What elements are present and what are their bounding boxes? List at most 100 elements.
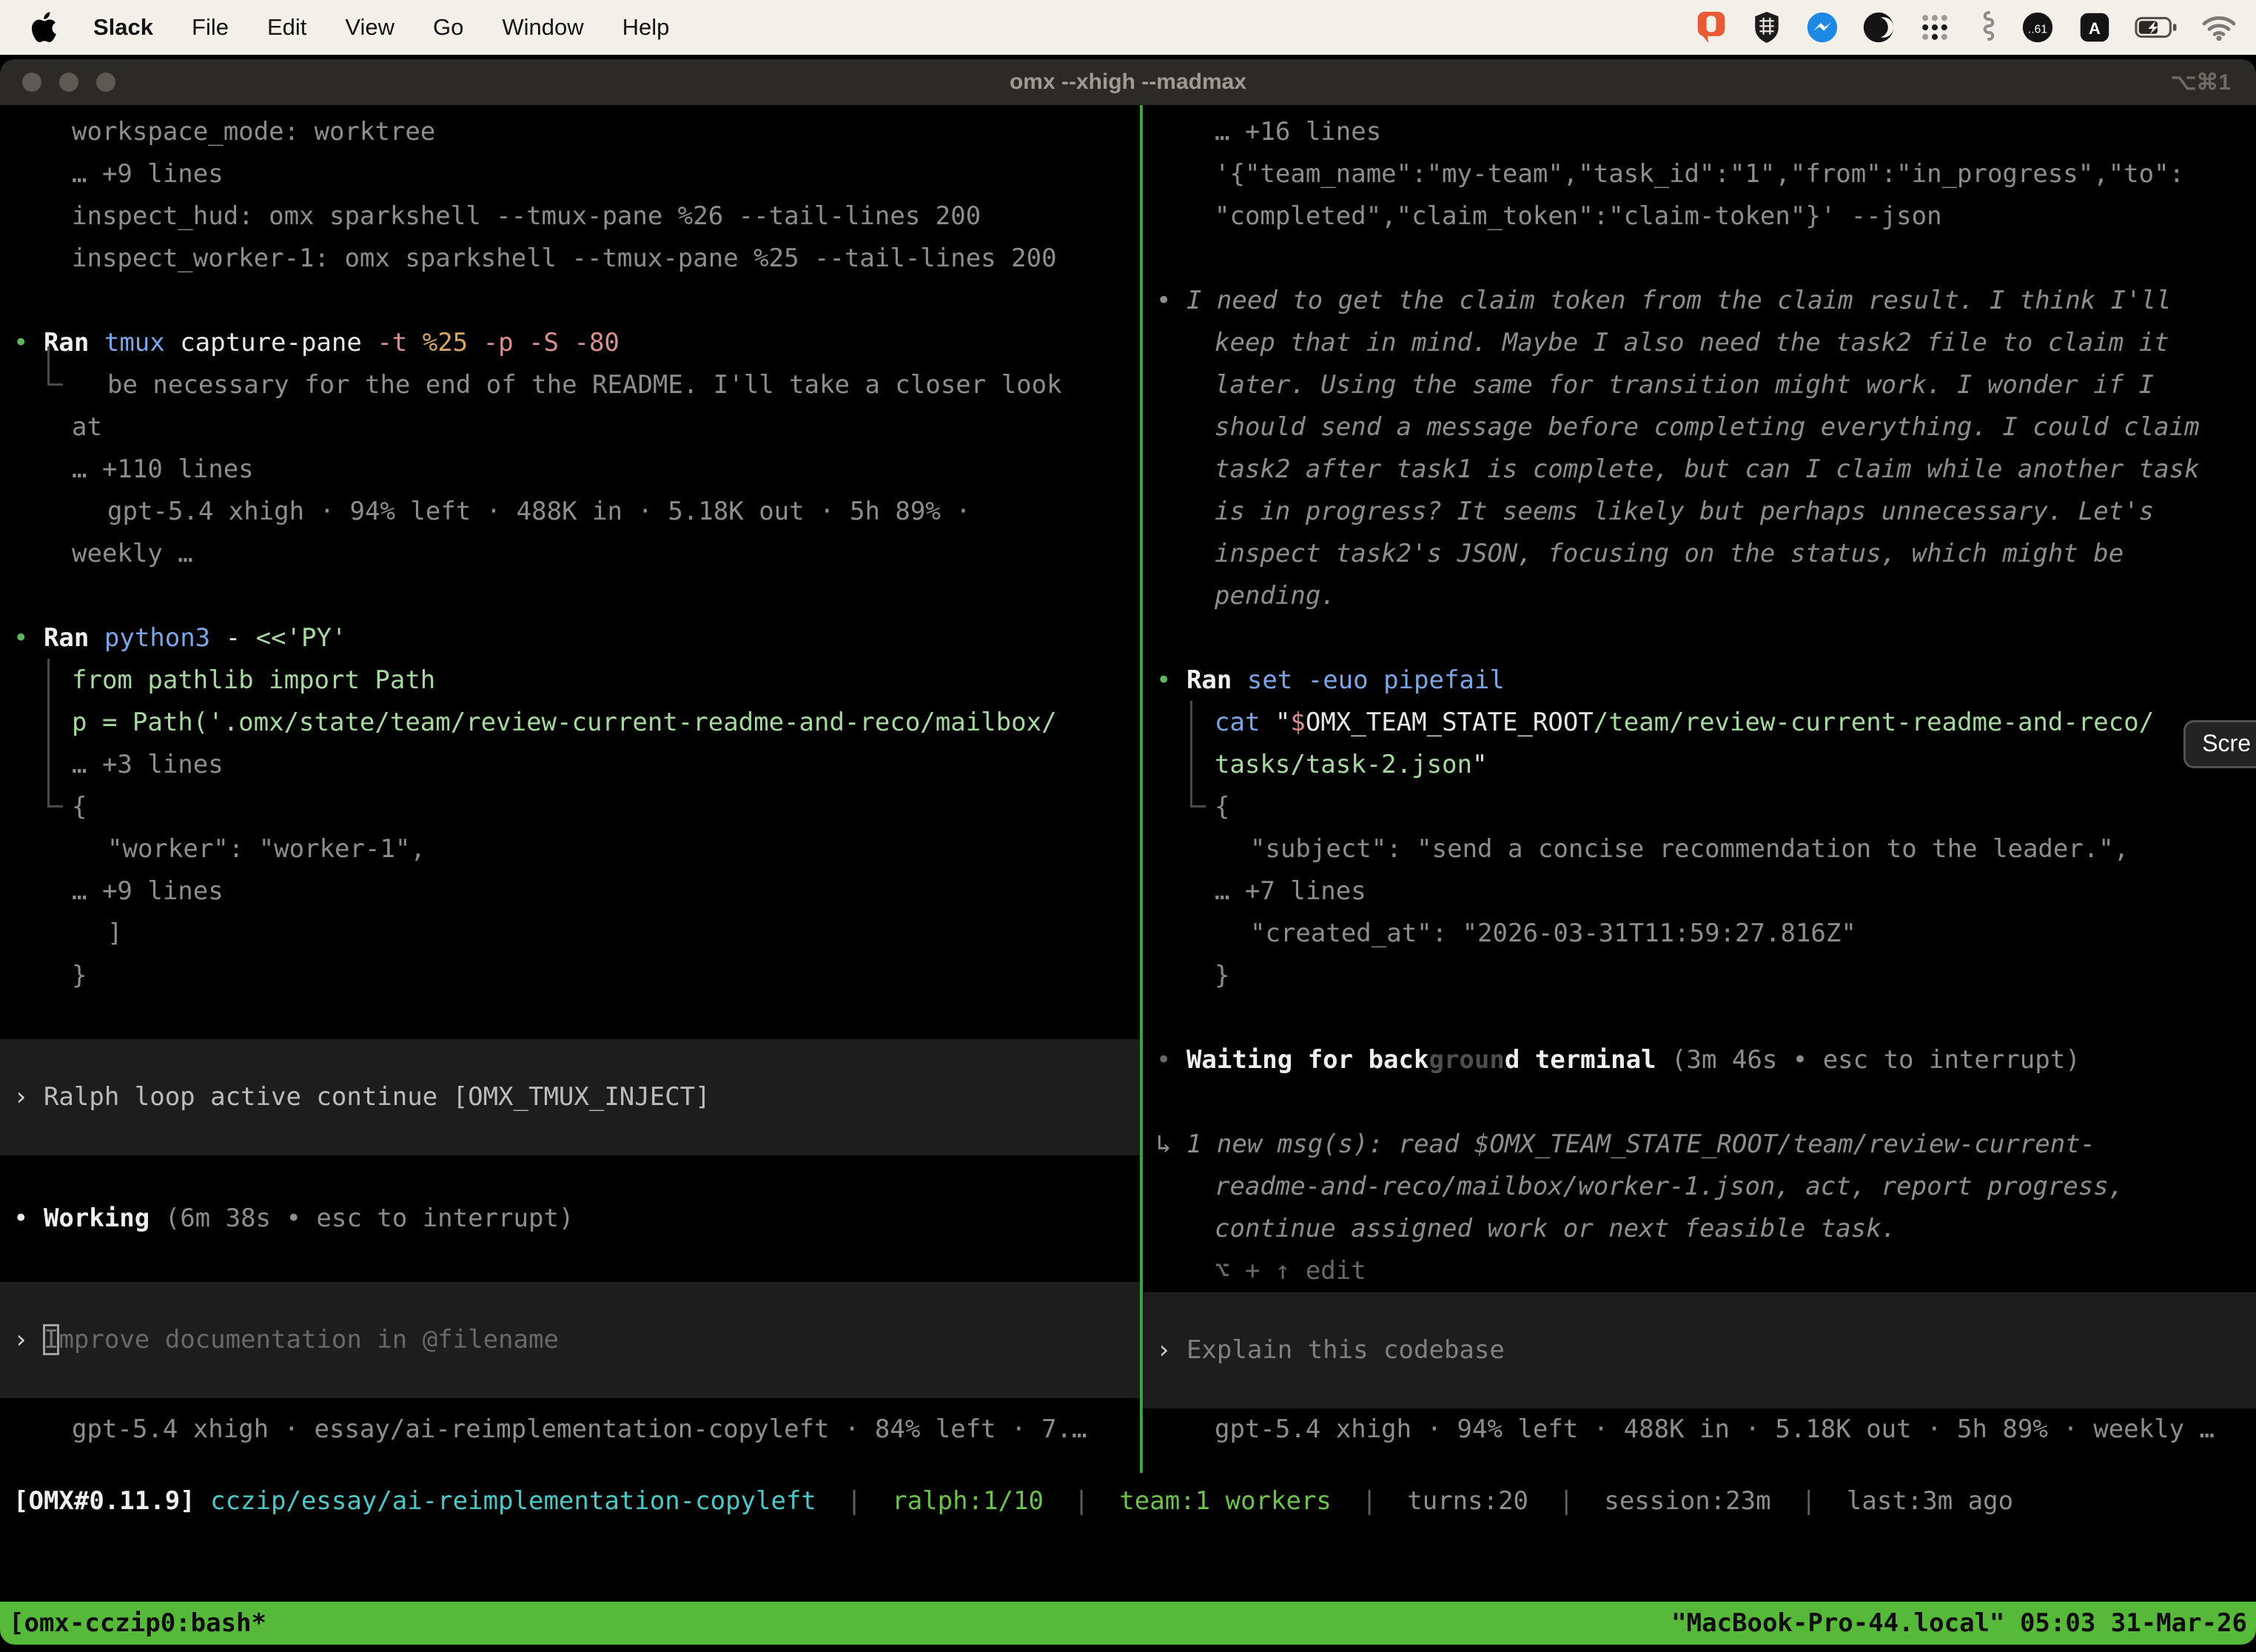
window-shortcut: ⌥⌘1 xyxy=(2171,70,2231,95)
apple-menu-icon[interactable] xyxy=(31,12,58,43)
input-source-icon[interactable]: A xyxy=(2078,11,2111,44)
zoom-button[interactable] xyxy=(96,73,115,92)
screen-notification-overlay[interactable]: Scre xyxy=(2183,720,2256,768)
terminal-line: gpt-5.4 xhigh · 94% left · 488K in · 5.1… xyxy=(1143,1408,2256,1451)
terminal-line: gpt-5.4 xhigh · 94% left · 488K in · 5.1… xyxy=(0,491,1140,533)
crescent-icon[interactable] xyxy=(1862,11,1895,44)
terminal-line: inspect_worker-1: omx sparkshell --tmux-… xyxy=(0,238,1140,280)
terminal-line: { xyxy=(1143,786,2256,828)
right-scrollback: … +16 lines'{"team_name":"my-team","task… xyxy=(1143,111,2256,1292)
terminal-line xyxy=(1143,617,2256,659)
terminal-line: ↳ 1 new msg(s): read $OMX_TEAM_STATE_ROO… xyxy=(1143,1124,2256,1166)
terminal-line: keep that in mind. Maybe I also need the… xyxy=(1143,322,2256,364)
minimize-button[interactable] xyxy=(59,73,78,92)
terminal-line: "worker": "worker-1", xyxy=(0,828,1140,870)
terminal-line xyxy=(0,575,1140,617)
wifi-icon[interactable] xyxy=(2201,14,2237,41)
terminal-line: at xyxy=(0,406,1140,449)
menu-item-window[interactable]: Window xyxy=(502,14,583,41)
battery-icon[interactable] xyxy=(2135,16,2178,39)
dots-grid-icon[interactable] xyxy=(1918,11,1951,44)
terminal-line: inspect_hud: omx sparkshell --tmux-pane … xyxy=(0,195,1140,238)
menu-bar-status-icons: ..61 A xyxy=(1695,10,2237,45)
terminal-line: } xyxy=(0,955,1140,997)
terminal-line xyxy=(0,997,1140,1039)
terminal-line: } xyxy=(1143,955,2256,997)
tmux-status-bar: [omx-cczip0:bash* "MacBook-Pro-44.local"… xyxy=(0,1602,2256,1645)
terminal-line: • I need to get the claim token from the… xyxy=(1143,280,2256,322)
right-prompt-suggestion-box[interactable]: › Explain this codebase xyxy=(1143,1292,2256,1408)
svg-text:..61: ..61 xyxy=(2028,23,2047,36)
terminal-line: from pathlib import Path xyxy=(0,659,1140,702)
left-prompt-input-box[interactable]: › Improve documentation in @filename xyxy=(0,1282,1140,1398)
terminal-line: task2 after task1 is complete, but can I… xyxy=(1143,449,2256,491)
terminal-line: gpt-5.4 xhigh · essay/ai-reimplementatio… xyxy=(0,1408,1140,1451)
terminal-line: workspace_mode: worktree xyxy=(0,111,1140,153)
terminal-line: ] xyxy=(0,913,1140,955)
menu-item-slack[interactable]: Slack xyxy=(93,14,153,41)
terminal-line: is in progress? It seems likely but perh… xyxy=(1143,491,2256,533)
terminal-line: readme-and-reco/mailbox/worker-1.json, a… xyxy=(1143,1166,2256,1208)
terminal-line: • Ran python3 - <<'PY' xyxy=(0,617,1140,659)
terminal-line: should send a message before completing … xyxy=(1143,406,2256,449)
terminal-line: ⌥ + ↑ edit xyxy=(1143,1250,2256,1292)
terminal-line: inspect task2's JSON, focusing on the st… xyxy=(1143,533,2256,575)
window-title: omx --xhigh --madmax xyxy=(1010,70,1246,95)
tmux-host-clock: "MacBook-Pro-44.local" 05:03 31-Mar-26 xyxy=(1671,1608,2247,1638)
terminal-line: weekly … xyxy=(0,533,1140,575)
right-terminal-pane[interactable]: … +16 lines'{"team_name":"my-team","task… xyxy=(1143,105,2256,1473)
terminal-line: • Working (6m 38s • esc to interrupt) xyxy=(0,1198,1140,1240)
menu-bar: Slack File Edit View Go Window Help ..61 A xyxy=(0,0,2256,55)
terminal-line: … +9 lines xyxy=(0,153,1140,195)
terminal-line: cat "$OMX_TEAM_STATE_ROOT/team/review-cu… xyxy=(1143,702,2256,744)
right-statusline: gpt-5.4 xhigh · 94% left · 488K in · 5.1… xyxy=(1143,1408,2256,1451)
record-icon[interactable] xyxy=(1695,10,1728,44)
menu-item-edit[interactable]: Edit xyxy=(267,14,306,41)
terminal-line: › Improve documentation in @filename xyxy=(0,1319,1140,1361)
terminal-line: … +16 lines xyxy=(1143,111,2256,153)
left-statusline: gpt-5.4 xhigh · essay/ai-reimplementatio… xyxy=(0,1408,1140,1451)
svg-text:A: A xyxy=(2089,19,2101,38)
terminal-line: tasks/task-2.json" xyxy=(1143,744,2256,786)
app-menus: Slack File Edit View Go Window Help xyxy=(93,14,669,41)
terminal-line xyxy=(1143,238,2256,280)
badge-61-icon[interactable]: ..61 xyxy=(2021,11,2055,44)
terminal-line: { xyxy=(0,786,1140,828)
omx-status-line: [OMX#0.11.9] cczip/essay/ai-reimplementa… xyxy=(0,1480,2256,1522)
messenger-icon[interactable] xyxy=(1806,11,1839,44)
title-bar[interactable]: omx --xhigh --madmax ⌥⌘1 xyxy=(0,59,2256,105)
terminal-line xyxy=(1143,997,2256,1039)
terminal-line xyxy=(0,280,1140,322)
terminal-line: › Explain this codebase xyxy=(1143,1329,2256,1371)
terminal-line: '{"team_name":"my-team","task_id":"1","f… xyxy=(1143,153,2256,195)
menu-item-file[interactable]: File xyxy=(192,14,229,41)
squiggle-icon[interactable] xyxy=(1975,10,1997,45)
left-terminal-pane[interactable]: workspace_mode: worktree… +9 linesinspec… xyxy=(0,105,1140,1473)
terminal-content: workspace_mode: worktree… +9 linesinspec… xyxy=(0,105,2256,1473)
terminal-line: p = Path('.omx/state/team/review-current… xyxy=(0,702,1140,744)
close-button[interactable] xyxy=(22,73,41,92)
terminal-line: • Waiting for background terminal (3m 46… xyxy=(1143,1039,2256,1081)
hud-bottom-area: [OMX#0.11.9] cczip/essay/ai-reimplementa… xyxy=(0,1473,2256,1645)
terminal-line xyxy=(0,1240,1140,1282)
terminal-line: pending. xyxy=(1143,575,2256,617)
terminal-window: omx --xhigh --madmax ⌥⌘1 workspace_mode:… xyxy=(0,59,2256,1645)
terminal-line: later. Using the same for transition mig… xyxy=(1143,364,2256,406)
terminal-line: "subject": "send a concise recommendatio… xyxy=(1143,828,2256,870)
menu-item-help[interactable]: Help xyxy=(622,14,670,41)
tmux-session-label: [omx-cczip0:bash* xyxy=(9,1608,266,1638)
keypad-shield-icon[interactable] xyxy=(1751,10,1782,44)
terminal-line: "created_at": "2026-03-31T11:59:27.816Z" xyxy=(1143,913,2256,955)
ralph-status-box[interactable]: › Ralph loop active continue [OMX_TMUX_I… xyxy=(0,1039,1140,1155)
terminal-line: • Ran tmux capture-pane -t %25 -p -S -80 xyxy=(0,322,1140,364)
desktop: { "menu_bar": { "items": ["Slack", "File… xyxy=(0,0,2256,1652)
menu-item-view[interactable]: View xyxy=(345,14,395,41)
terminal-line xyxy=(0,1155,1140,1198)
traffic-lights xyxy=(22,73,115,92)
terminal-line: continue assigned work or next feasible … xyxy=(1143,1208,2256,1250)
terminal-line: "completed","claim_token":"claim-token"}… xyxy=(1143,195,2256,238)
left-working-status: • Working (6m 38s • esc to interrupt) xyxy=(0,1155,1140,1282)
menu-item-go[interactable]: Go xyxy=(433,14,463,41)
terminal-line: be necessary for the end of the README. … xyxy=(0,364,1140,406)
terminal-line xyxy=(1143,1081,2256,1124)
